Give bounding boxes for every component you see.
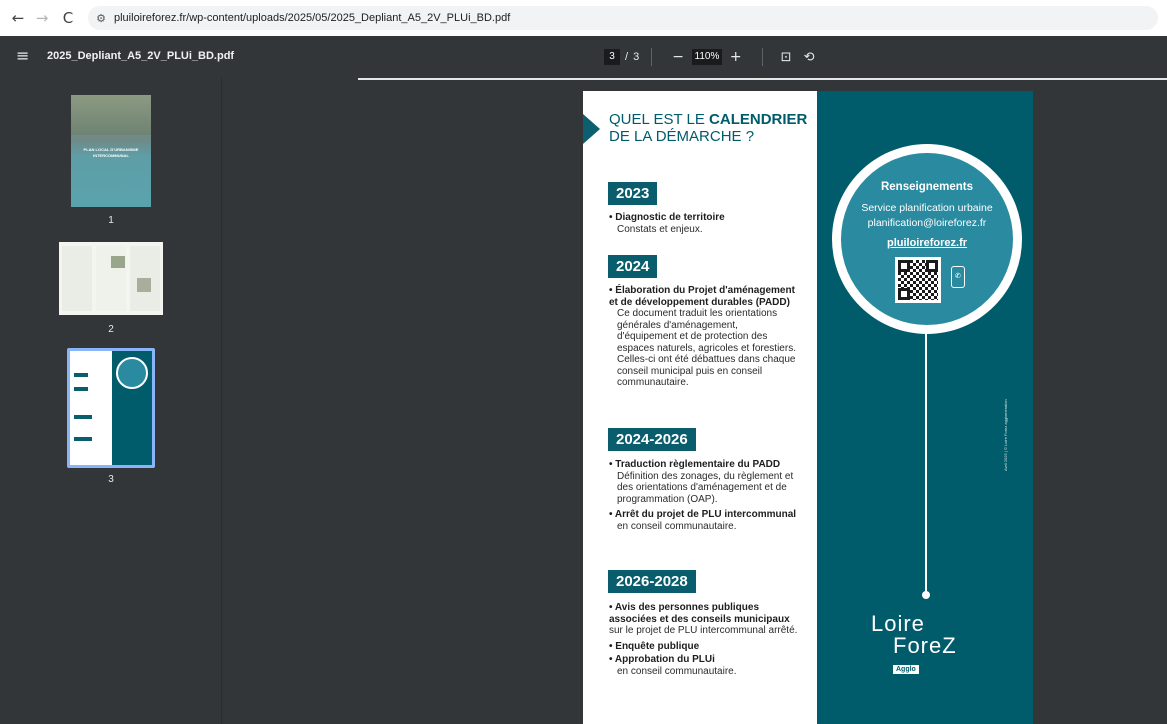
info-title: Renseignements: [880, 181, 974, 193]
toolbar-divider: [651, 48, 653, 66]
page-controls: 3 / 3 − 110% + ⊡ ⟲: [604, 48, 820, 66]
menu-icon[interactable]: ≡: [16, 46, 29, 65]
thumbnail-sidebar: PLAN LOCAL D'URBANISME INTERCOMMUNAL 1 2…: [0, 78, 222, 724]
toolbar-divider: [761, 48, 763, 66]
reload-icon: C: [62, 9, 74, 27]
page-heading: QUEL EST LE CALENDRIER DE LA DÉMARCHE ?: [609, 111, 819, 145]
qr-corner: [926, 260, 938, 272]
timeline-line: [925, 334, 927, 594]
item-title: • Diagnostic de territoire: [609, 212, 725, 223]
arrow-marker-icon: [583, 114, 600, 144]
timeline-block: • Élaboration du Projet d'aménagement et…: [609, 285, 799, 389]
item-title: • Arrêt du projet de PLU intercommunal: [609, 509, 797, 520]
info-circle: Renseignements Service planification urb…: [841, 153, 1013, 325]
item-title: • Approbation du PLUi: [609, 654, 715, 665]
address-bar[interactable]: ⚙ pluiloireforez.fr/wp-content/uploads/2…: [88, 6, 1158, 30]
thumb-column: [62, 246, 92, 311]
thumbnail-label: 2: [108, 324, 114, 335]
item-desc: sur le projet de PLU intercommunal arrêt…: [609, 625, 798, 636]
year-badge: 2026-2028: [608, 570, 696, 593]
timeline-block: • Diagnostic de territoire Constats et e…: [609, 212, 819, 235]
item-title: • Traduction règlementaire du PADD: [609, 459, 781, 470]
url-text[interactable]: pluiloireforez.fr/wp-content/uploads/202…: [114, 12, 510, 24]
site-info-icon[interactable]: ⚙: [88, 12, 114, 25]
heading-line2: DE LA DÉMARCHE ?: [609, 128, 755, 145]
side-credit: Avril 2025 | © Loire Forez agglomération: [1003, 399, 1008, 471]
pdf-page-3: QUEL EST LE CALENDRIER DE LA DÉMARCHE ? …: [583, 91, 1033, 724]
back-button[interactable]: ←: [6, 6, 30, 30]
thumb-year-badge: [74, 373, 88, 377]
document-title: 2025_Depliant_A5_2V_PLUi_BD.pdf: [47, 50, 235, 62]
thumbnail-page-3-selected[interactable]: [67, 348, 155, 468]
timeline-block: • Traduction règlementaire du PADD Défin…: [609, 459, 799, 532]
thumb-photo: [111, 256, 125, 268]
heading-prefix: QUEL EST LE: [609, 111, 710, 128]
thumb-photo: [137, 278, 151, 292]
thumbnail-page-1[interactable]: PLAN LOCAL D'URBANISME INTERCOMMUNAL: [71, 95, 151, 207]
zoom-level-input[interactable]: 110%: [691, 49, 722, 65]
fit-page-icon[interactable]: ⊡: [781, 50, 792, 65]
info-email[interactable]: planification@loireforez.fr: [841, 217, 1013, 229]
thumbnail-page-2[interactable]: [59, 242, 163, 315]
qr-code-icon: [895, 257, 941, 303]
qr-corner: [898, 260, 910, 272]
item-title: • Avis des personnes publiques associées…: [609, 602, 790, 625]
item-title: • Élaboration du Projet d'aménagement et…: [609, 285, 795, 308]
info-url-link[interactable]: pluiloireforez.fr: [841, 237, 1013, 249]
thumbnail-label: 1: [108, 215, 114, 226]
thumb-circle: [116, 357, 148, 389]
browser-bar: ← → C ⚙ pluiloireforez.fr/wp-content/upl…: [0, 0, 1167, 36]
total-pages: 3: [633, 51, 640, 63]
zoom-in-button[interactable]: +: [722, 49, 750, 65]
heading-bold: CALENDRIER: [709, 111, 808, 128]
forward-button[interactable]: →: [30, 6, 54, 30]
rotate-icon[interactable]: ⟲: [804, 50, 815, 65]
forward-arrow-icon: →: [35, 9, 49, 27]
thumbnail-label: 3: [108, 474, 114, 485]
info-service: Service planification urbaine: [861, 202, 993, 214]
item-desc: Définition des zonages, du règlement et …: [617, 470, 794, 505]
thumb-year-badge: [74, 387, 88, 391]
thumbnail-page-3: [70, 351, 152, 465]
year-badge: 2024-2026: [608, 428, 696, 451]
item-title: • Enquête publique: [609, 640, 700, 652]
timeline-dot: [922, 591, 930, 599]
pdf-viewer[interactable]: QUEL EST LE CALENDRIER DE LA DÉMARCHE ? …: [223, 78, 1167, 724]
item-desc: en conseil communautaire.: [617, 520, 737, 532]
loire-forez-logo: Loire ForeZ Agglo: [863, 611, 983, 701]
previous-page-edge: [358, 78, 1167, 80]
item-desc: Constats et enjeux.: [617, 223, 703, 235]
thumb-year-badge: [74, 437, 92, 441]
phone-icon: ✆: [951, 266, 965, 288]
item-desc: Ce document traduit les orientations gén…: [617, 308, 796, 388]
cover-photo: [71, 95, 151, 135]
reload-button[interactable]: C: [56, 6, 80, 30]
page-number-input[interactable]: 3: [604, 49, 620, 65]
page-separator: /: [625, 51, 629, 63]
thumb-year-badge: [74, 415, 92, 419]
zoom-out-button[interactable]: −: [664, 49, 692, 65]
cover-band-text: PLAN LOCAL D'URBANISME INTERCOMMUNAL: [83, 147, 139, 158]
year-badge: 2023: [608, 182, 658, 205]
qr-corner: [898, 288, 910, 300]
back-arrow-icon: ←: [11, 9, 25, 27]
logo-agglo: Agglo: [893, 665, 919, 674]
logo-line2: ForeZ: [893, 633, 957, 658]
pdf-toolbar: ≡ 2025_Depliant_A5_2V_PLUi_BD.pdf 3 / 3 …: [0, 36, 1167, 78]
year-badge: 2024: [608, 255, 658, 278]
timeline-block: • Avis des personnes publiques associées…: [609, 602, 799, 677]
item-desc: en conseil communautaire.: [617, 665, 737, 677]
